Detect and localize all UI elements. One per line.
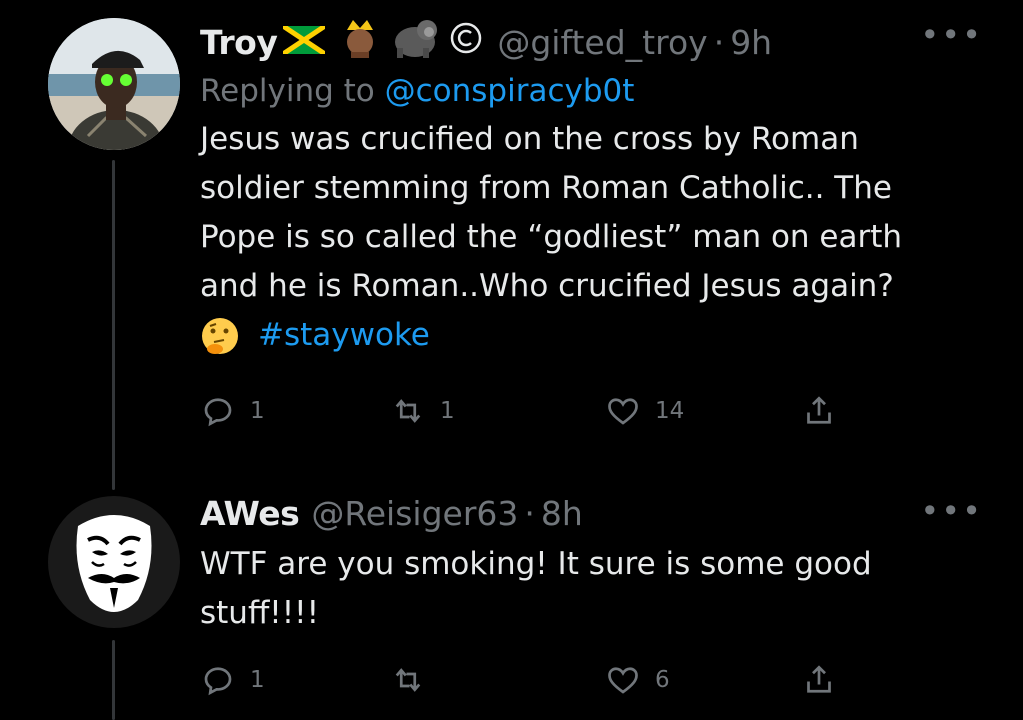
tweet-text: Jesus was crucified on the cross by Roma… (200, 115, 983, 360)
separator-dot: · (713, 22, 725, 62)
username-handle[interactable]: @Reisiger63 (311, 494, 518, 534)
like-button[interactable]: 14 (605, 393, 801, 429)
reply-button[interactable]: 1 (200, 393, 390, 429)
tweet-text-line: Pope is so called the “godliest” man on … (200, 219, 903, 255)
reply-button[interactable]: 1 (200, 662, 390, 698)
tweet-text: WTF are you smoking! It sure is some goo… (200, 540, 983, 638)
thread-line-top (112, 160, 115, 490)
hashtag-link[interactable]: #staywoke (258, 311, 430, 360)
replying-to-label: Replying to (200, 73, 385, 109)
tweet-awes[interactable]: AWes @Reisiger63 · 8h ••• WTF are you sm… (200, 492, 983, 638)
replying-to: Replying to @conspiracyb0t (200, 71, 983, 111)
tweet-header: AWes @Reisiger63 · 8h (200, 494, 983, 534)
reply-count: 1 (250, 398, 265, 424)
tweet-troy[interactable]: Troy @gifted_troy · 9h ••• Replying to @… (200, 16, 983, 360)
share-icon (807, 665, 831, 693)
like-button[interactable]: 6 (605, 662, 801, 698)
avatar-awes[interactable] (48, 496, 180, 628)
reply-count: 1 (250, 667, 265, 693)
thread-line-bottom (112, 640, 115, 720)
tweet-text-line: Jesus was crucified on the cross by Roma… (200, 121, 859, 157)
share-button[interactable] (801, 393, 837, 429)
tweet-text-line: #staywoke (200, 311, 983, 360)
retweet-icon (395, 399, 421, 423)
like-count: 6 (655, 667, 670, 693)
tweet-timestamp[interactable]: 9h (730, 23, 772, 63)
heart-icon (608, 398, 638, 425)
share-button[interactable] (801, 662, 837, 698)
retweet-button[interactable]: 1 (390, 393, 605, 429)
retweet-icon (395, 668, 421, 692)
separator-dot: · (524, 494, 535, 533)
copyright-icon (449, 21, 483, 64)
tweet-text-line: soldier stemming from Roman Catholic.. T… (200, 170, 892, 206)
king-emoji-icon (341, 18, 379, 67)
tweet-header: Troy @gifted_troy · 9h (200, 18, 983, 67)
like-count: 14 (655, 398, 685, 424)
gorilla-emoji-icon (393, 18, 439, 67)
reply-icon (204, 398, 232, 427)
tweet-text-line: stuff!!!! (200, 595, 320, 631)
tweet-timestamp[interactable]: 8h (541, 494, 583, 534)
display-name[interactable]: AWes (200, 494, 300, 534)
retweet-count: 1 (440, 398, 455, 424)
tweet-actions: 1 1 14 (200, 393, 840, 429)
username-handle[interactable]: @gifted_troy (497, 23, 707, 63)
display-name[interactable]: Troy (200, 23, 278, 63)
retweet-button[interactable] (390, 662, 605, 698)
reply-icon (204, 667, 232, 696)
more-options-icon[interactable]: ••• (920, 16, 983, 54)
tweet-text-line: and he is Roman..Who crucified Jesus aga… (200, 268, 894, 304)
tweet-actions: 1 6 (200, 662, 840, 698)
avatar-troy[interactable] (48, 18, 180, 150)
heart-icon (608, 667, 638, 694)
replying-to-mention[interactable]: @conspiracyb0t (385, 73, 635, 109)
thinking-face-emoji-icon (200, 316, 240, 356)
jamaica-flag-icon (281, 23, 327, 63)
more-options-icon[interactable]: ••• (920, 492, 983, 530)
share-icon (807, 396, 831, 424)
tweet-text-line: WTF are you smoking! It sure is some goo… (200, 546, 872, 582)
